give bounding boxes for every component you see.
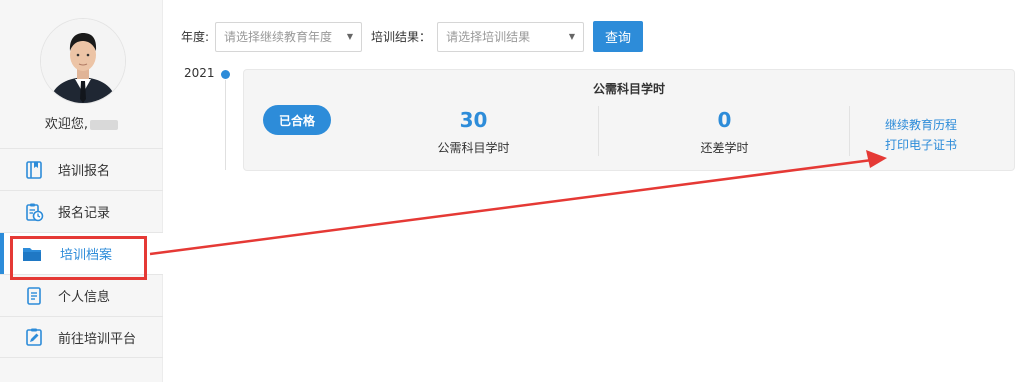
year-select-placeholder: 请选择继续教育年度 [224, 30, 333, 44]
timeline-dot [221, 70, 230, 79]
status-badge: 已合格 [263, 105, 331, 135]
stat-value: 30 [459, 108, 488, 132]
folder-icon [22, 244, 42, 264]
timeline-year: 2021 [184, 66, 215, 80]
stat-public-hours: 30 公需科目学时 [396, 107, 551, 156]
divider [598, 106, 599, 156]
sidebar: 欢迎您, 培训报名 报名记录 培训档案 个人信息 前往培训平台 [0, 0, 163, 382]
result-select[interactable]: 请选择培训结果 ▼ [437, 21, 585, 52]
clipboard-clock-icon [24, 202, 44, 222]
caret-down-icon: ▼ [346, 32, 354, 41]
sidebar-item-label: 培训档案 [60, 248, 113, 263]
timeline-line [225, 80, 226, 170]
sidebar-item-personal-info[interactable]: 个人信息 [0, 274, 163, 316]
year-label: 年度: [181, 30, 210, 44]
avatar [40, 18, 126, 104]
sidebar-item-label: 培训报名 [58, 164, 111, 179]
book-icon [24, 160, 44, 180]
avatar-photo [41, 19, 125, 103]
document-icon [24, 286, 44, 306]
clipboard-edit-icon [24, 327, 44, 347]
sidebar-item-label: 个人信息 [58, 290, 111, 305]
sidebar-item-label: 前往培训平台 [58, 331, 137, 347]
archive-card: 公需科目学时 已合格 30 公需科目学时 0 还差学时 继续教育历程 打印电子证… [243, 69, 1015, 171]
card-title: 公需科目学时 [592, 82, 665, 96]
stat-label: 公需科目学时 [437, 141, 510, 155]
welcome-label: 欢迎您, [44, 117, 89, 132]
stat-remaining-hours: 0 还差学时 [647, 107, 802, 156]
sidebar-menu: 培训报名 报名记录 培训档案 个人信息 前往培训平台 [0, 148, 163, 358]
caret-down-icon: ▼ [568, 32, 576, 41]
result-select-placeholder: 请选择培训结果 [446, 30, 531, 44]
education-history-link[interactable]: 继续教育历程 [885, 115, 957, 135]
sidebar-item-training-signup[interactable]: 培训报名 [0, 148, 163, 190]
sidebar-item-go-to-platform[interactable]: 前往培训平台 [0, 316, 163, 358]
sidebar-item-training-archive[interactable]: 培训档案 [0, 232, 163, 274]
result-label: 培训结果： [371, 30, 432, 44]
year-select[interactable]: 请选择继续教育年度 ▼ [215, 21, 363, 52]
print-certificate-link[interactable]: 打印电子证书 [885, 135, 957, 155]
filter-bar: 年度: 请选择继续教育年度 ▼ 培训结果： 请选择培训结果 ▼ 查询 [181, 21, 644, 52]
sidebar-item-label: 报名记录 [58, 206, 111, 221]
card-links: 继续教育历程 打印电子证书 [885, 115, 957, 155]
divider [849, 106, 850, 156]
sidebar-item-signup-records[interactable]: 报名记录 [0, 190, 163, 232]
welcome-text: 欢迎您, [0, 113, 163, 132]
query-button[interactable]: 查询 [593, 21, 644, 52]
stat-label: 还差学时 [700, 141, 749, 155]
stat-value: 0 [717, 108, 732, 132]
username-redacted [90, 119, 119, 130]
